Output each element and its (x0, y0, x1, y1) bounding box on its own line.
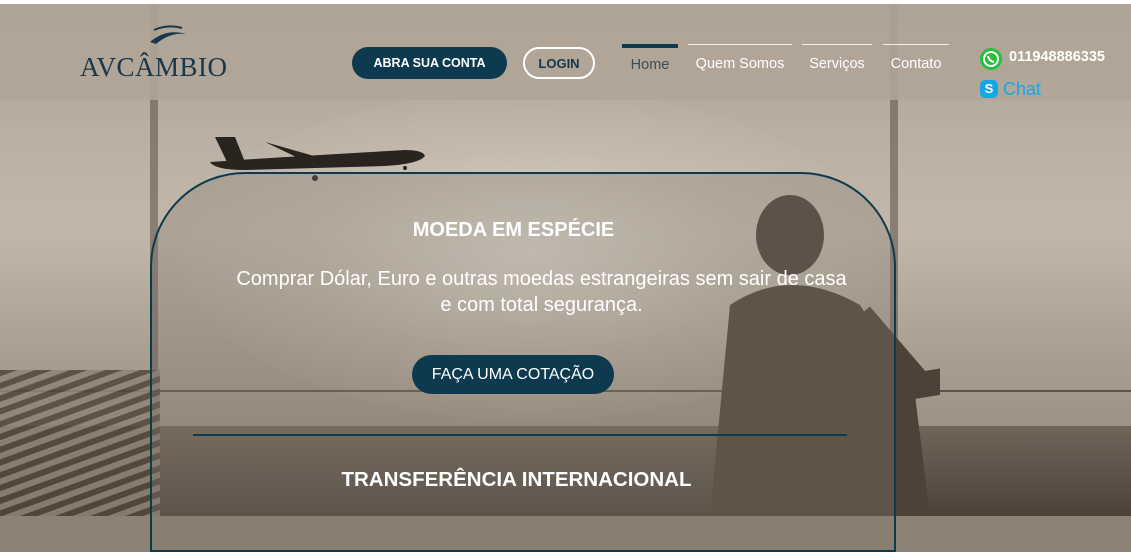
logo-plane-icon (150, 25, 186, 44)
phone-number[interactable]: 011948886335 (1009, 49, 1105, 65)
nav-quem-somos[interactable]: Quem Somos (688, 44, 792, 82)
card-title: MOEDA EM ESPÉCIE (412, 219, 615, 241)
card-divider (193, 434, 847, 436)
nav-contato[interactable]: Contato (883, 44, 949, 82)
site-header: AVCÂMBIO ABRA SUA CONTA LOGIN Home Quem … (0, 0, 1131, 100)
whatsapp-icon[interactable] (980, 48, 1002, 70)
chat-link[interactable]: Chat (1003, 79, 1041, 100)
get-quote-button[interactable]: FAÇA UMA COTAÇÃO (412, 355, 614, 394)
nav-servicos[interactable]: Serviços (802, 44, 872, 82)
nav-home[interactable]: Home (622, 44, 678, 82)
open-account-button[interactable]: ABRA SUA CONTA (352, 47, 507, 79)
logo-text[interactable]: AVCÂMBIO (80, 52, 228, 83)
login-button[interactable]: LOGIN (523, 47, 595, 79)
section-title-international-transfer: TRANSFERÊNCIA INTERNACIONAL (341, 468, 692, 491)
jet-bridge (0, 370, 160, 516)
skype-icon[interactable]: S (980, 80, 998, 98)
card-description: Comprar Dólar, Euro e outras moedas estr… (236, 268, 847, 316)
